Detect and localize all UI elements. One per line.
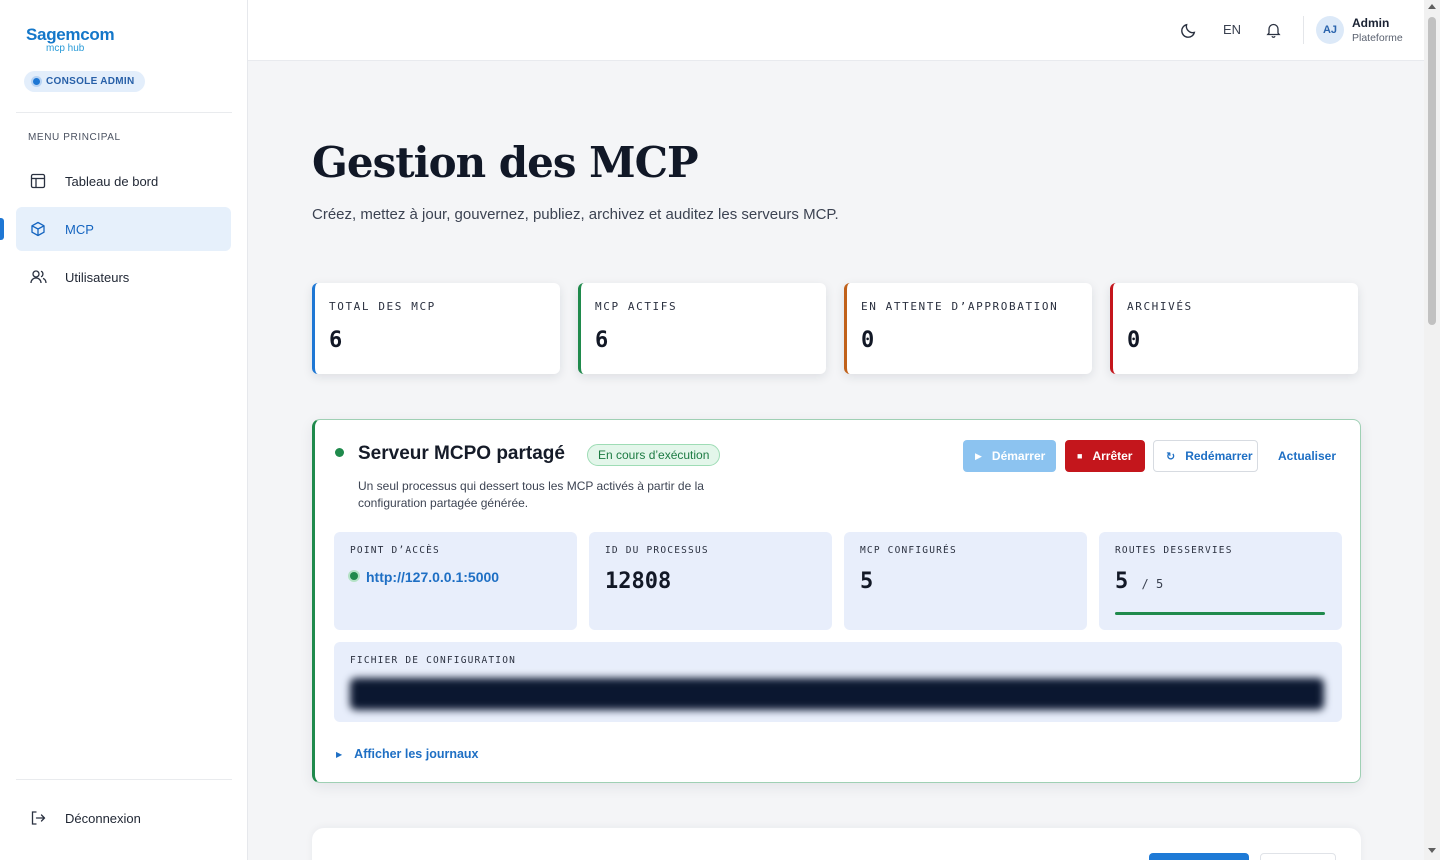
routes-total: / 5 [1141,577,1164,591]
stat-label: ARCHIVÉS [1127,300,1193,313]
process-id-box: ID DU PROCESSUS 12808 [589,532,832,630]
logout-button[interactable]: Déconnexion [16,796,231,840]
refresh-icon: ↻ [1166,450,1176,463]
brand-name: Sagemcom [26,25,115,44]
caret-right-icon: ▶ [336,750,343,759]
sidebar-divider [16,112,232,113]
console-admin-label: CONSOLE ADMIN [46,76,135,87]
configured-label: MCP CONFIGURÉS [860,545,957,556]
stop-icon: ■ [1077,451,1083,461]
start-label: Démarrer [991,449,1046,463]
bell-icon [1265,23,1281,38]
endpoint-label: POINT D’ACCÈS [350,545,440,556]
stat-label: MCP ACTIFS [595,300,678,313]
status-badge: En cours d’exécution [587,444,721,466]
show-logs-label: Afficher les journaux [354,747,479,761]
stat-value: 0 [1127,328,1141,353]
layout-icon [29,172,47,190]
notifications-button[interactable] [1263,20,1283,40]
stop-label: Arrêter [1092,449,1133,463]
restart-label: Redémarrer [1185,449,1253,463]
stop-button[interactable]: ■ Arrêter [1065,440,1145,472]
stat-value: 6 [595,328,609,353]
stat-value: 6 [329,328,343,353]
avatar[interactable]: AJ [1316,16,1344,44]
routes-progress-fill [1115,612,1325,615]
console-admin-badge: CONSOLE ADMIN [24,71,145,92]
topbar-divider [1303,16,1304,44]
process-id-label: ID DU PROCESSUS [605,545,709,556]
server-description: Un seul processus qui dessert tous les M… [358,479,704,510]
configured-value: 5 [860,569,874,594]
shared-server-card: Serveur MCPO partagé En cours d’exécutio… [312,419,1361,783]
status-dot-icon [33,78,40,85]
play-icon: ▶ [975,450,982,461]
brand-logo[interactable]: Sagemcom mcp hub [26,25,115,54]
theme-toggle-button[interactable] [1178,20,1198,40]
routes-box: ROUTES DESSERVIES 5 / 5 [1099,532,1342,630]
stat-label: TOTAL DES MCP [329,300,436,313]
scroll-down-icon[interactable] [1428,848,1436,853]
endpoint-box: POINT D’ACCÈS http://127.0.0.1:5000 [334,532,577,630]
stat-card-active: MCP ACTIFS 6 [578,283,826,374]
stat-card-archived: ARCHIVÉS 0 [1110,283,1358,374]
refresh-button[interactable]: Actualiser [1267,440,1347,472]
sidebar-item-label: Tableau de bord [65,173,159,189]
secondary-action-button[interactable] [1260,853,1336,860]
page-title: Gestion des MCP [312,138,699,187]
stat-card-pending: EN ATTENTE D’APPROBATION 0 [844,283,1092,374]
users-icon [29,268,47,286]
online-dot-icon [350,572,358,580]
sidebar-item-users[interactable]: Utilisateurs [16,255,231,299]
running-dot-icon [335,448,344,457]
scrollbar-thumb[interactable] [1428,17,1436,325]
process-id-value: 12808 [605,569,672,594]
sidebar-item-label: Utilisateurs [65,269,130,285]
brand-product: mcp hub [46,43,85,54]
sidebar: Sagemcom mcp hub CONSOLE ADMIN MENU PRIN… [0,0,248,860]
primary-action-button[interactable] [1149,853,1249,860]
menu-title: MENU PRINCIPAL [28,132,121,143]
sidebar-item-label: MCP [65,221,94,237]
mcp-list-card [312,828,1361,860]
restart-button[interactable]: ↻ Redémarrer [1153,440,1258,472]
server-title: Serveur MCPO partagé [358,443,565,464]
user-name: Admin [1352,16,1390,30]
sidebar-divider [16,779,232,780]
sidebar-item-mcp[interactable]: MCP [16,207,231,251]
config-file-path-redacted[interactable] [350,678,1324,710]
routes-value: 5 / 5 [1115,569,1163,594]
endpoint-link[interactable]: http://127.0.0.1:5000 [366,569,499,585]
top-bar: EN AJ Admin Plateforme [248,0,1424,61]
routes-progress-bar [1115,612,1325,615]
show-logs-toggle[interactable]: ▶ Afficher les journaux [336,747,479,761]
cube-icon [29,220,47,238]
moon-icon [1180,23,1195,38]
page-subtitle: Créez, mettez à jour, gouvernez, publiez… [312,206,839,223]
language-switch[interactable]: EN [1223,22,1241,37]
page-scrollbar[interactable] [1424,0,1440,860]
sidebar-item-dashboard[interactable]: Tableau de bord [16,159,231,203]
start-button[interactable]: ▶ Démarrer [963,440,1056,472]
logout-icon [29,809,47,827]
config-file-label: FICHIER DE CONFIGURATION [350,655,517,666]
routes-served: 5 [1115,569,1129,594]
config-file-box: FICHIER DE CONFIGURATION [334,642,1342,722]
user-role: Plateforme [1352,32,1403,44]
stat-card-total: TOTAL DES MCP 6 [312,283,560,374]
stat-value: 0 [861,328,875,353]
scroll-up-icon[interactable] [1428,4,1436,9]
logout-label: Déconnexion [65,810,141,826]
configured-box: MCP CONFIGURÉS 5 [844,532,1087,630]
stat-label: EN ATTENTE D’APPROBATION [861,300,1059,313]
active-indicator [0,218,4,240]
routes-label: ROUTES DESSERVIES [1115,545,1233,556]
